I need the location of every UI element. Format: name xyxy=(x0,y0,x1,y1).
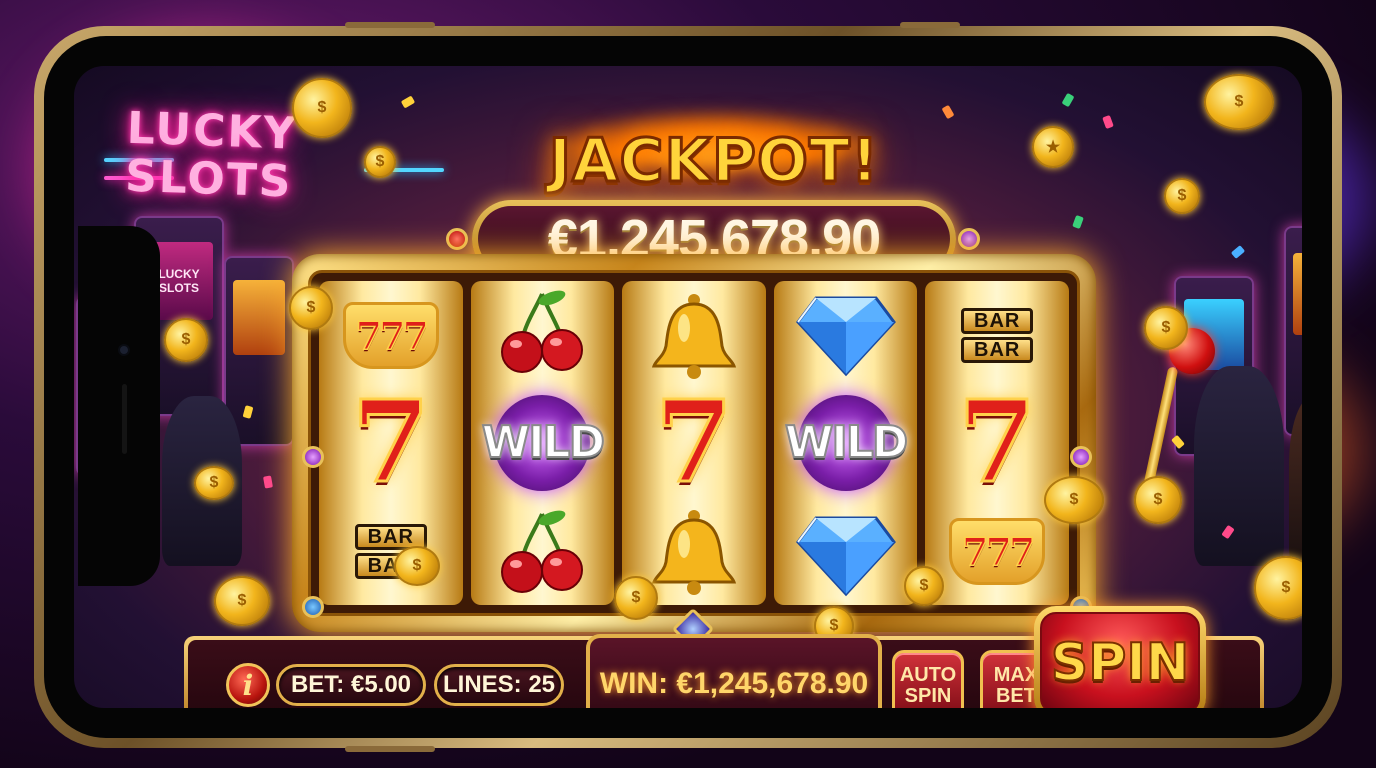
cherry-icon xyxy=(501,290,584,374)
game-stage: LUCKY SLOTS LUCKY SLOTS JACKPOT! €1,245,… xyxy=(0,0,1376,768)
coin-icon: $ xyxy=(289,286,333,330)
seven-symbol: 7 xyxy=(350,377,431,508)
seven-symbol: 7 xyxy=(654,377,735,508)
amethyst-gem-icon xyxy=(302,446,324,468)
spin-label: SPIN xyxy=(1050,632,1190,694)
phone-notch xyxy=(78,226,160,586)
neon-sign-line: SLOTS xyxy=(124,150,294,208)
reel-symbol-wild: WILD xyxy=(472,388,612,498)
info-button[interactable]: i xyxy=(226,663,270,707)
win-amount: WIN: €1,245,678.90 xyxy=(599,667,869,700)
coin-icon: $ xyxy=(1164,178,1200,214)
coin-icon: $ xyxy=(292,78,352,138)
confetti xyxy=(263,475,273,489)
phone-frame: LUCKY SLOTS LUCKY SLOTS JACKPOT! €1,245,… xyxy=(34,26,1342,748)
reel-symbol-777: 777 xyxy=(331,285,451,385)
coin-icon: $ xyxy=(1204,74,1274,130)
reel-symbol-777: 777 xyxy=(937,501,1057,601)
phone-side-button xyxy=(345,22,435,28)
confetti xyxy=(1061,92,1075,108)
confetti xyxy=(1072,214,1084,230)
triple-seven-symbol: 777 xyxy=(949,517,1046,585)
bar-symbol: BAR xyxy=(961,307,1034,334)
coin-icon: $ xyxy=(1134,476,1182,524)
reel-symbol-seven: 7 xyxy=(937,385,1057,500)
bell-icon xyxy=(651,510,737,595)
game-screen: LUCKY SLOTS LUCKY SLOTS JACKPOT! €1,245,… xyxy=(74,66,1302,708)
reel-symbol-seven: 7 xyxy=(331,385,451,500)
seven-symbol: 7 xyxy=(957,377,1038,508)
coin-icon: $ xyxy=(904,566,944,606)
wild-symbol: WILD xyxy=(481,416,606,469)
reel-5: BAR BAR 7 777 xyxy=(925,281,1069,605)
reel-symbol-diamond xyxy=(786,503,906,603)
reel-symbol-bar: BAR BAR xyxy=(937,285,1057,385)
coin-icon: $ xyxy=(164,318,208,362)
reel-symbol-cherry xyxy=(482,283,602,383)
reel-symbol-cherry xyxy=(482,503,602,603)
confetti xyxy=(941,104,955,120)
background-slot-machine xyxy=(1284,226,1302,436)
reel-2: WILD xyxy=(470,281,615,605)
coin-icon: $ xyxy=(614,576,658,620)
reel-3: 7 xyxy=(622,281,766,605)
lines-display[interactable]: LINES: 25 xyxy=(434,664,564,706)
phone-bezel: LUCKY SLOTS LUCKY SLOTS JACKPOT! €1,245,… xyxy=(44,36,1332,738)
diamond-icon xyxy=(795,296,896,377)
triple-seven-symbol: 777 xyxy=(342,301,439,369)
coin-icon: $ xyxy=(194,466,234,500)
jackpot-title: JACKPOT! xyxy=(547,125,880,198)
bet-display[interactable]: BET: €5.00 xyxy=(276,664,426,706)
reel-4: WILD xyxy=(773,281,918,605)
ruby-gem-icon xyxy=(446,228,468,250)
spin-button[interactable]: SPIN xyxy=(1034,606,1206,708)
camera-icon xyxy=(118,344,130,356)
coin-icon: $ xyxy=(1044,476,1104,524)
cherry-icon xyxy=(501,510,584,593)
coin-icon: $ xyxy=(214,576,270,626)
reel-1: 777 7 BAR BAR xyxy=(319,281,463,605)
small-sign-line: LUCKY xyxy=(158,266,200,281)
small-sign-line: SLOTS xyxy=(158,280,199,295)
auto-spin-button[interactable]: AUTO SPIN xyxy=(892,650,964,708)
max-bet-label: MAX BET xyxy=(993,664,1039,707)
confetti xyxy=(1230,245,1246,259)
coin-icon: $ xyxy=(1144,306,1188,350)
amethyst-gem-icon xyxy=(1070,446,1092,468)
lucky-slots-neon-sign: LUCKY SLOTS xyxy=(124,103,317,208)
coin-icon: $ xyxy=(394,546,440,586)
wild-symbol: WILD xyxy=(784,416,909,469)
amethyst-gem-icon xyxy=(958,228,980,250)
confetti xyxy=(1102,114,1114,130)
bar-symbol: BAR xyxy=(961,336,1034,363)
reel-symbol-diamond xyxy=(786,283,906,383)
bell-icon xyxy=(651,294,737,379)
reel-symbol-bell xyxy=(634,285,754,385)
win-panel: WIN: €1,245,678.90 xyxy=(586,634,882,708)
speaker-grille xyxy=(122,384,127,454)
diamond-icon xyxy=(795,516,896,596)
phone-side-button xyxy=(900,22,960,28)
auto-spin-label: AUTO SPIN xyxy=(899,664,957,707)
confetti xyxy=(400,95,416,109)
reel-symbol-wild: WILD xyxy=(776,388,916,498)
sapphire-gem-icon xyxy=(302,596,324,618)
reel-symbol-seven: 7 xyxy=(634,385,754,500)
phone-side-button xyxy=(345,746,435,752)
background-person xyxy=(1194,366,1284,566)
coin-icon: ★ xyxy=(1032,126,1074,168)
info-icon: i xyxy=(242,668,254,702)
coin-icon: $ xyxy=(364,146,396,178)
background-slot-machine xyxy=(224,256,294,446)
